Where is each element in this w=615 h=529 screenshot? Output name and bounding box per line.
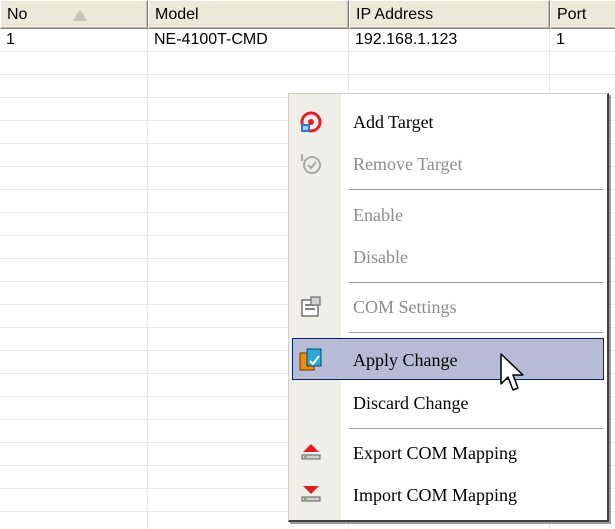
menu-item-enable[interactable]: Enable [289,194,607,236]
menu-item-import-com-mapping[interactable]: Import COM Mapping [289,474,607,516]
table-cell-ip: 192.168.1.123 [355,31,458,48]
sort-ascending-icon [73,9,87,21]
column-header-no[interactable]: No [0,0,148,29]
menu-separator [349,428,603,430]
menu-item-label: COM Settings [353,297,457,317]
import-icon [301,486,321,502]
menu-separator [349,332,603,334]
column-header-label: Port [557,6,587,23]
table-cell-model: NE-4100T-CMD [154,31,268,48]
column-header-label: Model [155,6,199,23]
menu-item-add-target[interactable]: Add Target [289,101,607,143]
menu-item-label: Add Target [353,112,434,132]
menu-separator [349,189,603,191]
column-header-port[interactable]: Port [550,0,615,29]
context-menu: Add Target Remove Target Enable Disable … [288,93,609,522]
menu-item-remove-target[interactable]: Remove Target [289,143,607,185]
column-header-model[interactable]: Model [148,0,349,29]
menu-item-label: Apply Change [353,350,458,370]
add-target-icon [300,111,322,133]
column-header-ip-address[interactable]: IP Address [349,0,550,29]
menu-item-apply-change[interactable]: Apply Change [292,338,604,380]
menu-separator [349,282,603,284]
menu-item-label: Disable [353,247,408,267]
menu-item-disable[interactable]: Disable [289,236,607,278]
menu-item-label: Remove Target [353,154,463,174]
mouse-pointer-icon [500,353,524,391]
table-cell-no: 1 [6,31,15,48]
table-row[interactable]: 1 NE-4100T-CMD 192.168.1.123 1 [0,29,615,52]
menu-item-export-com-mapping[interactable]: Export COM Mapping [289,432,607,474]
table-cell-port: 1 [556,31,565,48]
menu-item-discard-change[interactable]: Discard Change [289,382,607,424]
com-settings-icon [301,296,321,317]
table-header: No Model IP Address Port [0,0,615,29]
menu-item-label: Enable [353,205,403,225]
apply-change-icon [299,348,322,371]
menu-item-label: Discard Change [353,393,469,413]
menu-item-label: Export COM Mapping [353,443,517,463]
menu-item-com-settings[interactable]: COM Settings [289,286,607,328]
remove-target-icon [301,154,321,174]
table-row-empty[interactable] [0,52,615,75]
column-header-label: IP Address [356,6,434,23]
menu-item-label: Import COM Mapping [353,485,517,505]
export-icon [301,444,321,460]
column-header-label: No [7,6,28,23]
